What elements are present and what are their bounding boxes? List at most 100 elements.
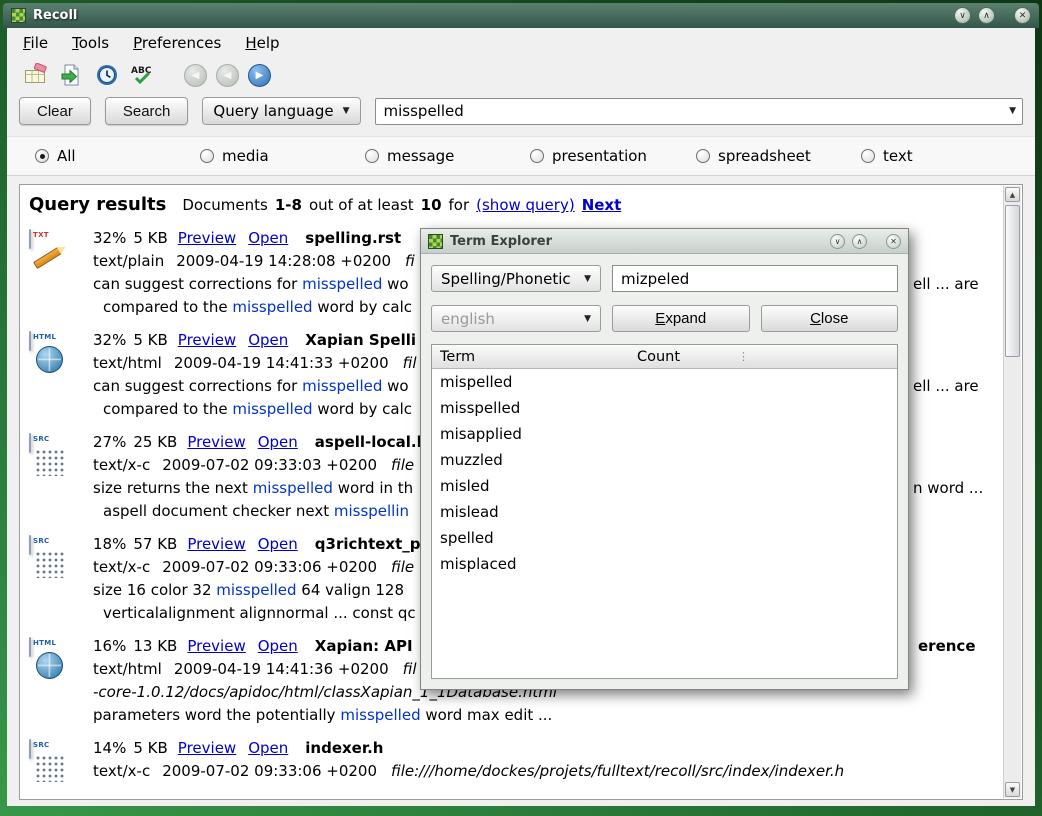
radio-icon[interactable] <box>365 149 379 163</box>
search-button[interactable]: Search <box>105 97 189 125</box>
previous-page-button[interactable]: ◀ <box>216 64 239 87</box>
preview-link[interactable]: Preview <box>178 331 236 349</box>
dialog-minimize-button[interactable]: ∨ <box>830 234 845 249</box>
toolbar: ABC ◀ ◀ ▶ <box>7 58 1035 92</box>
open-link[interactable]: Open <box>248 229 288 247</box>
snippet-text: compared to the <box>103 298 232 316</box>
term-input[interactable] <box>612 265 898 292</box>
dialog-maximize-button[interactable]: ∧ <box>852 234 867 249</box>
filter-message[interactable]: message <box>365 137 454 175</box>
term-cell: misapplied <box>432 425 637 443</box>
window-maximize-button[interactable]: ∧ <box>978 7 995 24</box>
file-size: 5 KB <box>133 331 167 349</box>
code-dots-icon <box>35 449 65 476</box>
preview-link[interactable]: Preview <box>178 739 236 757</box>
term-row[interactable]: misplaced <box>432 551 897 577</box>
src-file-icon: SRC <box>29 535 31 555</box>
doc-date: 2009-07-02 09:33:03 +0200 <box>162 456 377 474</box>
dialog-titlebar[interactable]: Term Explorer ∨ ∧ ✕ <box>421 229 908 254</box>
search-input[interactable] <box>384 102 1010 120</box>
next-page-link[interactable]: Next <box>582 196 622 214</box>
filter-label: media <box>222 147 269 165</box>
open-link[interactable]: Open <box>258 637 298 655</box>
scrollbar-thumb[interactable] <box>1005 205 1020 357</box>
term-row[interactable]: misspelled <box>432 395 897 421</box>
menu-help[interactable]: Help <box>245 34 279 52</box>
window-minimize-button[interactable]: ∨ <box>954 7 971 24</box>
query-language-select[interactable]: Query language ▼ <box>202 97 360 125</box>
relevance-percent: 16% <box>93 637 126 655</box>
filter-all[interactable]: All <box>35 137 76 175</box>
dialog-close-button[interactable]: ✕ <box>886 234 901 249</box>
open-link[interactable]: Open <box>248 331 288 349</box>
file-type-label: SRC <box>33 741 49 749</box>
terms-table-header[interactable]: Term Count ⋮ <box>432 345 897 369</box>
radio-icon[interactable] <box>200 149 214 163</box>
next-page-button[interactable]: ▶ <box>248 64 271 87</box>
window-close-button[interactable]: ✕ <box>1014 7 1031 24</box>
doc-date: 2009-04-19 14:28:08 +0200 <box>176 252 391 270</box>
radio-icon[interactable] <box>861 149 875 163</box>
html-file-icon: HTML <box>29 637 31 657</box>
highlighted-term: misspelled <box>232 298 312 316</box>
term-row[interactable]: muzzled <box>432 447 897 473</box>
expand-button[interactable]: Expand <box>612 305 750 332</box>
history-clock-icon[interactable] <box>93 62 120 89</box>
term-row[interactable]: mislead <box>432 499 897 525</box>
language-select[interactable]: english ▼ <box>431 305 601 332</box>
preview-link[interactable]: Preview <box>187 535 245 553</box>
term-column-header[interactable]: Term <box>432 349 637 365</box>
term-row[interactable]: misapplied <box>432 421 897 447</box>
preview-link[interactable]: Preview <box>178 229 236 247</box>
term-explorer-spellcheck-icon[interactable]: ABC <box>129 62 156 89</box>
clear-search-icon[interactable] <box>21 62 48 89</box>
preview-link[interactable]: Preview <box>187 637 245 655</box>
filter-presentation[interactable]: presentation <box>530 137 647 175</box>
filter-spreadsheet[interactable]: spreadsheet <box>696 137 811 175</box>
document-action-icon[interactable] <box>57 62 84 89</box>
relevance-percent: 27% <box>93 433 126 451</box>
filter-media[interactable]: media <box>200 137 269 175</box>
expand-mode-select[interactable]: Spelling/Phonetic ▼ <box>431 265 601 292</box>
result-total: 10 <box>421 196 442 214</box>
snippet-text: aspell document checker next <box>103 502 334 520</box>
term-row[interactable]: spelled <box>432 525 897 551</box>
highlighted-term: misspellin <box>334 502 409 520</box>
column-grip-icon[interactable]: ⋮ <box>738 350 749 363</box>
window-titlebar[interactable]: Recoll ∨ ∧ ✕ <box>3 3 1039 28</box>
scroll-down-icon[interactable]: ▼ <box>1005 782 1020 797</box>
menu-tools[interactable]: Tools <box>72 34 109 52</box>
recoll-logo-icon <box>428 234 443 249</box>
vertical-scrollbar[interactable]: ▲ ▼ <box>1003 186 1021 798</box>
radio-icon[interactable] <box>696 149 710 163</box>
snippet-text: can suggest corrections for <box>93 275 302 293</box>
close-button[interactable]: Close <box>761 305 899 332</box>
snippet-text: size 16 color 32 <box>93 581 216 599</box>
scroll-up-icon[interactable]: ▲ <box>1005 187 1020 202</box>
search-history-dropdown-icon[interactable]: ▼ <box>1009 106 1016 116</box>
open-link[interactable]: Open <box>248 739 288 757</box>
menu-file[interactable]: File <box>23 34 48 52</box>
language-value: english <box>441 310 576 328</box>
highlighted-term: misspelled <box>302 377 382 395</box>
open-link[interactable]: Open <box>258 433 298 451</box>
radio-icon[interactable] <box>35 149 49 163</box>
chevron-down-icon: ▼ <box>584 274 591 284</box>
file-icon-column: SRC <box>29 737 93 783</box>
clear-button[interactable]: Clear <box>19 97 91 125</box>
result-item: SRC14%5 KBPreviewOpenindexer.htext/x-c20… <box>29 737 1003 783</box>
filter-text[interactable]: text <box>861 137 913 175</box>
open-link[interactable]: Open <box>258 535 298 553</box>
term-row[interactable]: mispelled <box>432 369 897 395</box>
menu-preferences[interactable]: Preferences <box>133 34 221 52</box>
snippet-fragment: n word ... <box>913 477 983 500</box>
first-page-button[interactable]: ◀ <box>184 64 207 87</box>
expand-mode-value: Spelling/Phonetic <box>441 270 576 288</box>
result-title: Xapian Spelli <box>305 331 416 349</box>
filter-row: All media message presentation spreadsheet te… <box>7 136 1035 176</box>
show-query-link[interactable]: (show query) <box>476 196 575 214</box>
preview-link[interactable]: Preview <box>187 433 245 451</box>
radio-icon[interactable] <box>530 149 544 163</box>
term-row[interactable]: misled <box>432 473 897 499</box>
count-column-header[interactable]: Count <box>637 349 680 365</box>
